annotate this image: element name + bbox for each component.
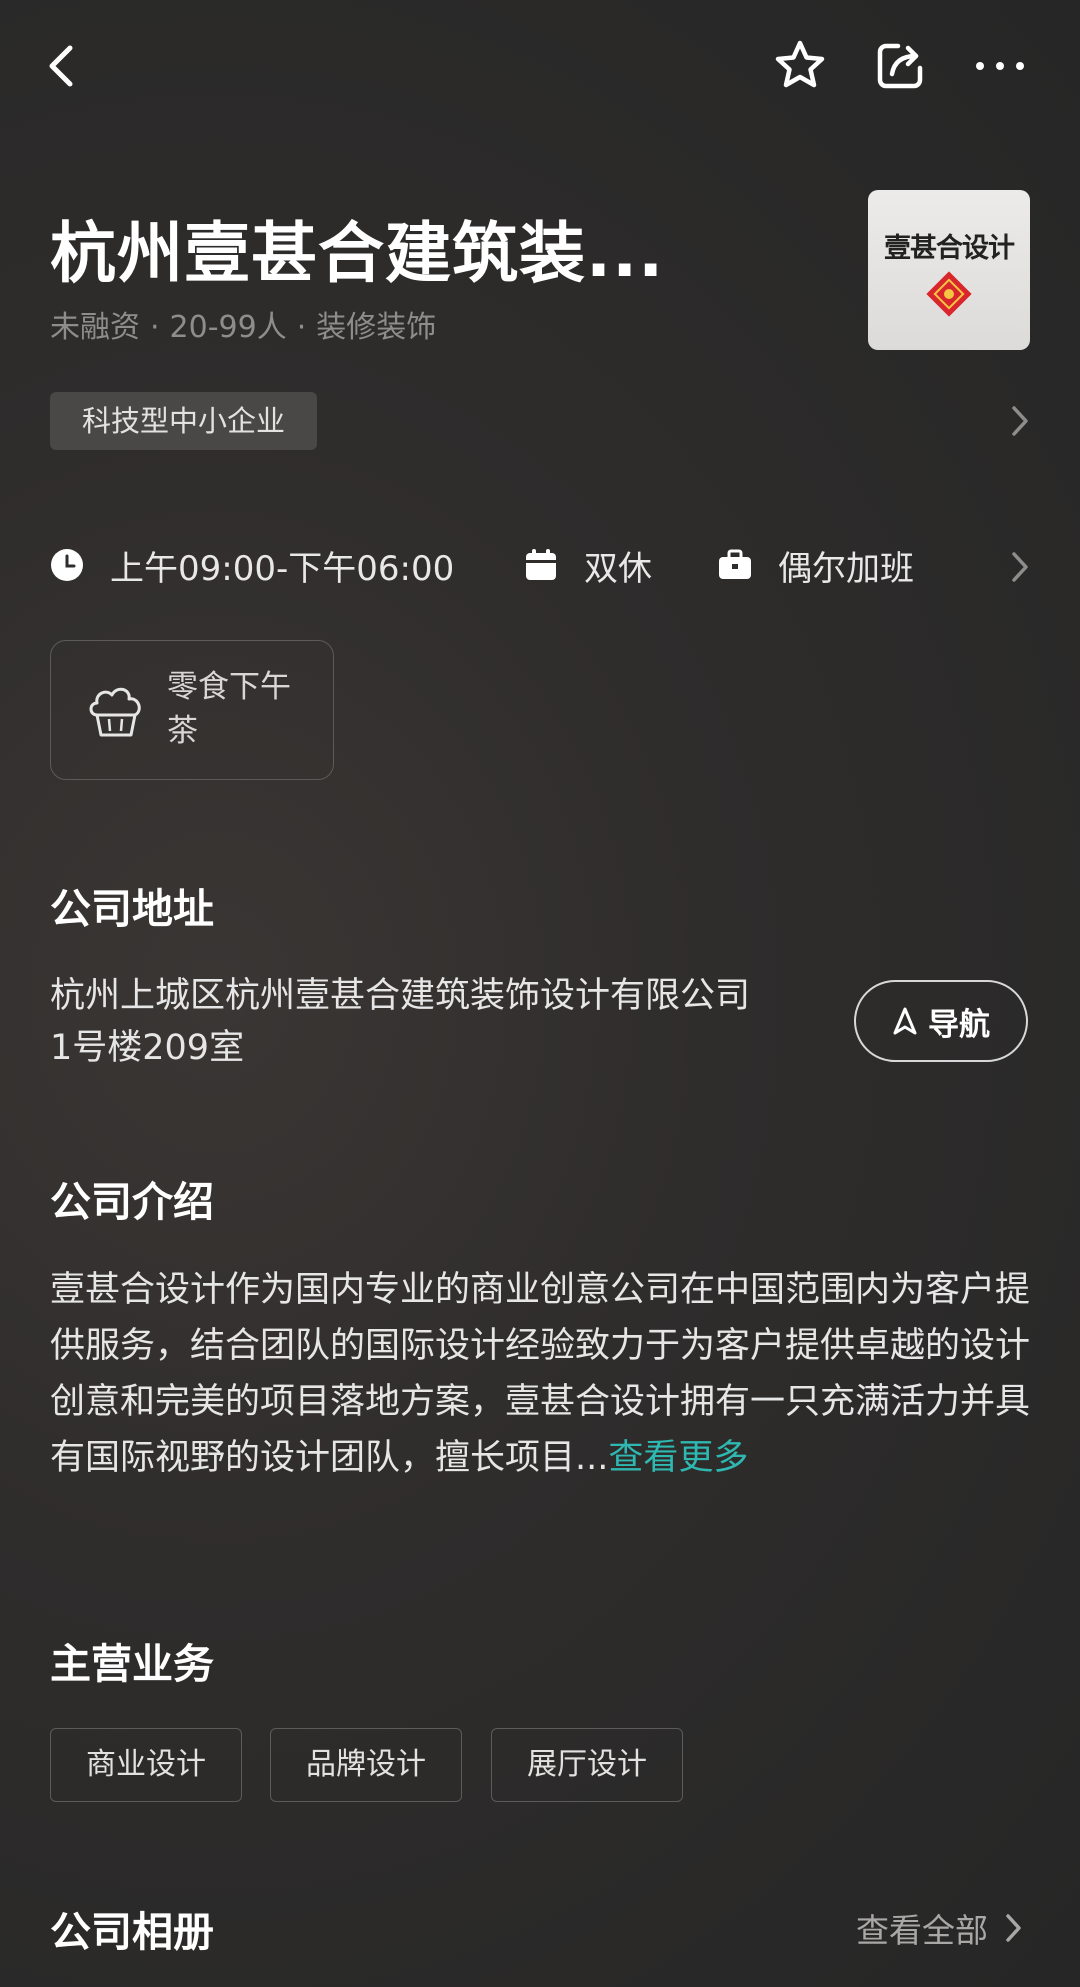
navigate-label: 导航 — [928, 1006, 990, 1043]
benefit-label: 零食下午茶 — [167, 669, 291, 749]
star-icon — [775, 40, 825, 88]
work-info-detail-button[interactable] — [1006, 548, 1034, 586]
view-more-link[interactable]: 查看更多 — [608, 1438, 748, 1478]
company-tag[interactable]: 科技型中小企业 — [50, 392, 318, 450]
business-chip[interactable]: 品牌设计 — [270, 1728, 462, 1802]
view-all-album-link[interactable]: 查看全部 — [856, 1904, 1026, 1952]
album-section-title: 公司相册 — [50, 1908, 214, 1956]
funding-stage: 未融资 — [50, 310, 140, 345]
work-hours: 上午09:00-下午06:00 — [50, 538, 454, 592]
business-section-title: 主营业务 — [50, 1640, 214, 1688]
chevron-right-icon — [1012, 406, 1028, 436]
chevron-right-icon — [1006, 1914, 1021, 1942]
intro-text-block: 壹甚合设计作为国内专业的商业创意公司在中国范围内为客户提供服务，结合团队的国际设… — [50, 1262, 1030, 1486]
intro-section-title: 公司介绍 — [50, 1178, 214, 1226]
company-logo[interactable]: 壹甚合设计 — [868, 190, 1030, 350]
company-meta: 未融资 · 20-99人 · 装修装饰 — [50, 310, 437, 345]
share-button[interactable] — [872, 38, 928, 94]
overtime: 偶尔加班 — [718, 538, 914, 592]
address-text: 杭州上城区杭州壹甚合建筑装饰设计有限公司 1号楼209室 — [50, 970, 820, 1074]
benefit-card[interactable]: 零食下午茶 — [50, 640, 334, 780]
navigate-button[interactable]: 导航 — [854, 980, 1028, 1062]
favorite-button[interactable] — [772, 38, 828, 94]
address-line-2: 1号楼209室 — [50, 1028, 245, 1068]
briefcase-icon — [719, 549, 751, 579]
more-dots-icon — [976, 62, 1024, 70]
intro-text: 壹甚合设计作为国内专业的商业创意公司在中国范围内为客户提供服务，结合团队的国际设… — [50, 1270, 1031, 1478]
address-section-title: 公司地址 — [50, 885, 214, 933]
chinese-knot-icon — [926, 271, 972, 317]
business-chip[interactable]: 展厅设计 — [491, 1728, 683, 1802]
business-chip[interactable]: 商业设计 — [50, 1728, 242, 1802]
back-button[interactable] — [38, 36, 86, 96]
logo-text: 壹甚合设计 — [884, 233, 1015, 264]
share-icon — [877, 43, 923, 89]
view-all-label: 查看全部 — [856, 1911, 988, 1950]
tag-detail-button[interactable] — [1006, 402, 1034, 440]
industry: 装修装饰 — [316, 310, 437, 345]
clock-icon — [51, 549, 83, 581]
navigation-arrow-icon — [893, 1007, 917, 1035]
calendar-icon — [526, 549, 556, 580]
cupcake-icon — [89, 687, 141, 737]
overtime-text: 偶尔加班 — [778, 548, 914, 589]
back-arrow-icon — [49, 45, 73, 87]
address-line-1: 杭州上城区杭州壹甚合建筑装饰设计有限公司 — [50, 976, 751, 1016]
work-info-row[interactable]: 上午09:00-下午06:00 双休 偶尔加班 — [50, 538, 1030, 592]
company-name: 杭州壹甚合建筑装... — [50, 215, 665, 292]
rest-days: 双休 — [524, 538, 652, 592]
company-size: 20-99人 — [169, 310, 287, 345]
more-button[interactable] — [972, 38, 1028, 94]
chevron-right-icon — [1012, 552, 1028, 582]
rest-days-text: 双休 — [584, 548, 652, 589]
work-hours-text: 上午09:00-下午06:00 — [110, 548, 455, 589]
